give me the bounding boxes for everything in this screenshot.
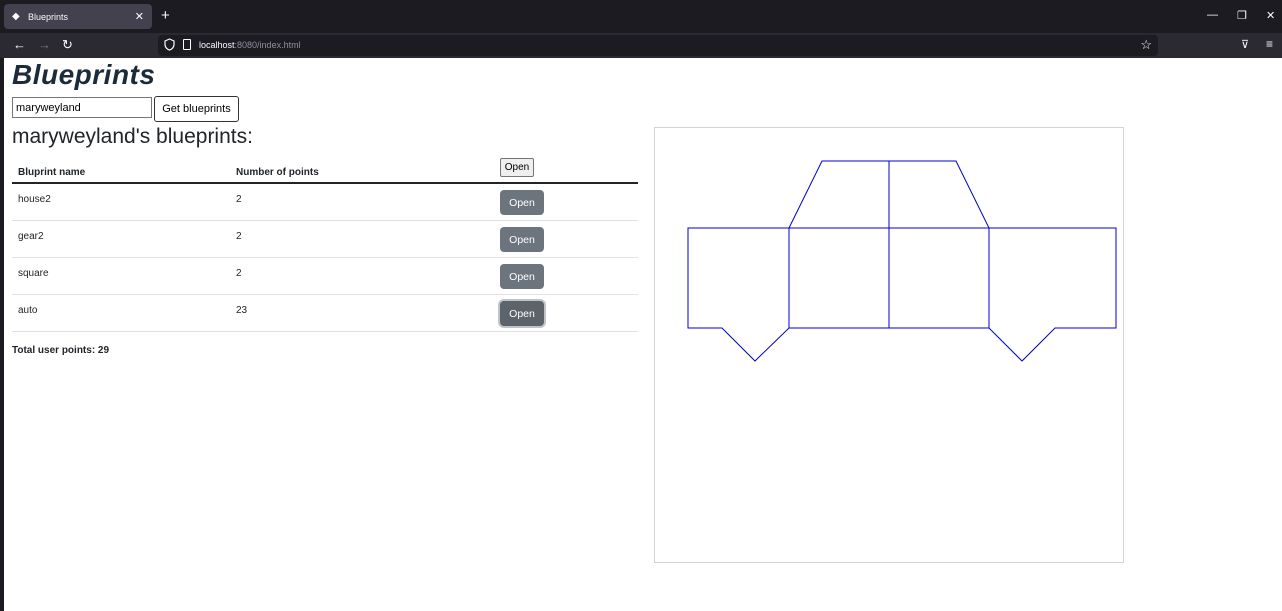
car-outline bbox=[687, 227, 1117, 362]
blueprint-name: square bbox=[18, 268, 49, 279]
header-number-of-points: Number of points bbox=[236, 167, 319, 178]
blueprint-name: house2 bbox=[18, 194, 51, 205]
open-blueprint-button[interactable]: Open bbox=[500, 264, 544, 289]
menu-icon[interactable]: ≡ bbox=[1266, 37, 1273, 51]
open-blueprint-button[interactable]: Open bbox=[500, 227, 544, 252]
blueprint-points: 23 bbox=[236, 305, 248, 316]
bookmark-star-icon[interactable]: ☆ bbox=[1140, 37, 1152, 53]
blueprints-subtitle: maryweyland's blueprints: bbox=[12, 125, 253, 148]
browser-nav-bar: ← → ↻ localhost:8080/index.html ☆ ⊽ ≡ bbox=[0, 33, 1282, 58]
browser-tab[interactable]: ◆ Blueprints ✕ bbox=[4, 4, 152, 29]
total-user-points: Total user points: 29 bbox=[12, 345, 110, 356]
table-header: Bluprint name Number of points Open bbox=[12, 157, 638, 184]
restore-icon[interactable]: ❐ bbox=[1237, 9, 1247, 22]
header-open-button[interactable]: Open bbox=[500, 158, 534, 177]
reload-icon[interactable]: ↻ bbox=[62, 37, 73, 53]
page-icon bbox=[183, 39, 191, 50]
table-row: auto 23 Open bbox=[12, 295, 638, 332]
table-row: house2 2 Open bbox=[12, 184, 638, 221]
tab-title: Blueprints bbox=[28, 11, 69, 22]
page-title: Blueprints bbox=[12, 59, 156, 90]
forward-icon[interactable]: → bbox=[38, 37, 51, 53]
minimize-icon[interactable]: — bbox=[1207, 9, 1218, 21]
blueprint-points: 2 bbox=[236, 231, 242, 242]
back-icon[interactable]: ← bbox=[13, 37, 26, 53]
table-row: square 2 Open bbox=[12, 258, 638, 295]
tab-favicon-icon: ◆ bbox=[12, 10, 20, 22]
blueprint-points: 2 bbox=[236, 268, 242, 279]
browser-tab-bar: ◆ Blueprints ✕ + — ❐ ✕ bbox=[0, 0, 1282, 33]
close-tab-icon[interactable]: ✕ bbox=[135, 10, 144, 23]
blueprint-drawing bbox=[687, 160, 1117, 362]
blueprint-name: gear2 bbox=[18, 231, 44, 242]
open-blueprint-button[interactable]: Open bbox=[500, 190, 544, 215]
get-blueprints-button[interactable]: Get blueprints bbox=[154, 96, 239, 122]
header-blueprint-name: Bluprint name bbox=[18, 167, 86, 178]
blueprint-canvas[interactable] bbox=[654, 127, 1124, 563]
blueprint-path bbox=[687, 160, 1117, 362]
table-row: gear2 2 Open bbox=[12, 221, 638, 258]
blueprint-points: 2 bbox=[236, 194, 242, 205]
blueprints-table: Bluprint name Number of points Open hous… bbox=[12, 157, 638, 332]
pocket-icon[interactable]: ⊽ bbox=[1241, 38, 1249, 51]
open-blueprint-button[interactable]: Open bbox=[500, 301, 544, 326]
url-bar[interactable]: localhost:8080/index.html ☆ bbox=[158, 35, 1158, 56]
close-window-icon[interactable]: ✕ bbox=[1266, 9, 1275, 22]
url-text[interactable]: localhost:8080/index.html bbox=[199, 40, 301, 50]
shield-icon[interactable] bbox=[164, 38, 175, 51]
blueprint-name: auto bbox=[18, 305, 38, 316]
new-tab-icon[interactable]: + bbox=[161, 7, 170, 25]
page-viewport: Blueprints Get blueprints maryweyland's … bbox=[4, 58, 1282, 611]
author-input[interactable] bbox=[12, 97, 152, 118]
